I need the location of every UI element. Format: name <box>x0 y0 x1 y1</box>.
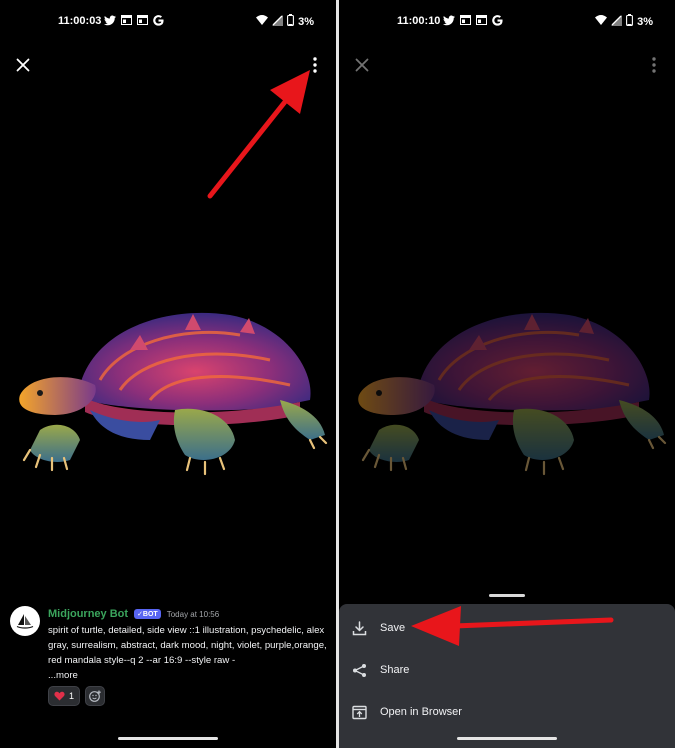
download-icon <box>351 620 367 636</box>
close-icon <box>16 58 30 72</box>
battery-percent: 3% <box>298 15 314 28</box>
author-name[interactable]: Midjourney Bot <box>48 608 128 620</box>
notification-icons <box>104 14 164 26</box>
message-header: Midjourney Bot ✓BOT Today at 10:56 <box>48 608 219 620</box>
bottom-sheet-menu: Save Share Open in Browser <box>339 604 675 748</box>
sailboat-logo-icon <box>16 614 34 629</box>
home-indicator[interactable] <box>118 737 218 740</box>
more-link[interactable]: ...more <box>48 670 78 681</box>
wifi-icon <box>256 15 269 28</box>
google-icon <box>491 14 503 26</box>
heart-reaction[interactable]: 1 <box>48 686 81 706</box>
reaction-count: 1 <box>69 691 75 701</box>
save-label: Save <box>380 622 406 634</box>
google-icon <box>152 14 164 26</box>
close-button[interactable] <box>10 52 36 78</box>
turtle-image <box>19 312 328 476</box>
reactions: 1 <box>48 686 106 706</box>
status-bar: 11:00:03 3% <box>0 0 336 44</box>
left-screen: 11:00:03 3% Midjourney Bot ✓BOT Today at… <box>0 0 336 748</box>
open-in-browser-menu-item[interactable]: Open in Browser <box>339 692 675 732</box>
more-vertical-icon <box>313 57 317 73</box>
message-text: spirit of turtle, detailed, side view ::… <box>48 623 328 683</box>
home-indicator[interactable] <box>457 737 557 740</box>
window-icon <box>120 14 132 26</box>
turtle-image <box>358 312 667 476</box>
system-icons: 3% <box>595 14 653 29</box>
battery-icon <box>287 14 295 29</box>
status-time: 11:00:10 <box>397 15 441 27</box>
add-reaction-icon <box>89 690 101 702</box>
annotation-arrow <box>207 70 310 199</box>
share-icon <box>351 662 367 678</box>
notification-icons <box>443 14 503 26</box>
close-button[interactable] <box>349 52 375 78</box>
more-options-button[interactable] <box>302 52 328 78</box>
avatar[interactable] <box>10 606 40 636</box>
bot-badge: ✓BOT <box>134 609 161 619</box>
signal-icon <box>611 14 623 29</box>
twitter-icon <box>443 14 455 26</box>
message-body: spirit of turtle, detailed, side view ::… <box>48 625 327 666</box>
add-reaction-button[interactable] <box>85 686 106 706</box>
window-icon <box>136 14 148 26</box>
close-icon <box>355 58 369 72</box>
sheet-drag-handle[interactable] <box>489 594 525 597</box>
right-screen: 11:00:10 3% Save Share Open in Browser <box>339 0 675 748</box>
window-icon <box>459 14 471 26</box>
share-menu-item[interactable]: Share <box>339 650 675 690</box>
message-timestamp: Today at 10:56 <box>166 609 220 619</box>
save-menu-item[interactable]: Save <box>339 608 675 648</box>
status-time: 11:00:03 <box>58 15 102 27</box>
status-bar: 11:00:10 3% <box>339 0 675 44</box>
signal-icon <box>272 14 284 29</box>
window-icon <box>475 14 487 26</box>
screenshot-composite: 11:00:03 3% Midjourney Bot ✓BOT Today at… <box>0 0 675 748</box>
open-in-browser-label: Open in Browser <box>380 706 462 718</box>
wifi-icon <box>595 15 608 28</box>
share-label: Share <box>380 664 410 676</box>
more-vertical-icon <box>652 57 656 73</box>
battery-icon <box>626 14 634 29</box>
twitter-icon <box>104 14 116 26</box>
more-options-button[interactable] <box>641 52 667 78</box>
open-external-icon <box>351 704 367 720</box>
battery-percent: 3% <box>637 15 653 28</box>
heart-icon <box>54 691 65 701</box>
system-icons: 3% <box>256 14 314 29</box>
